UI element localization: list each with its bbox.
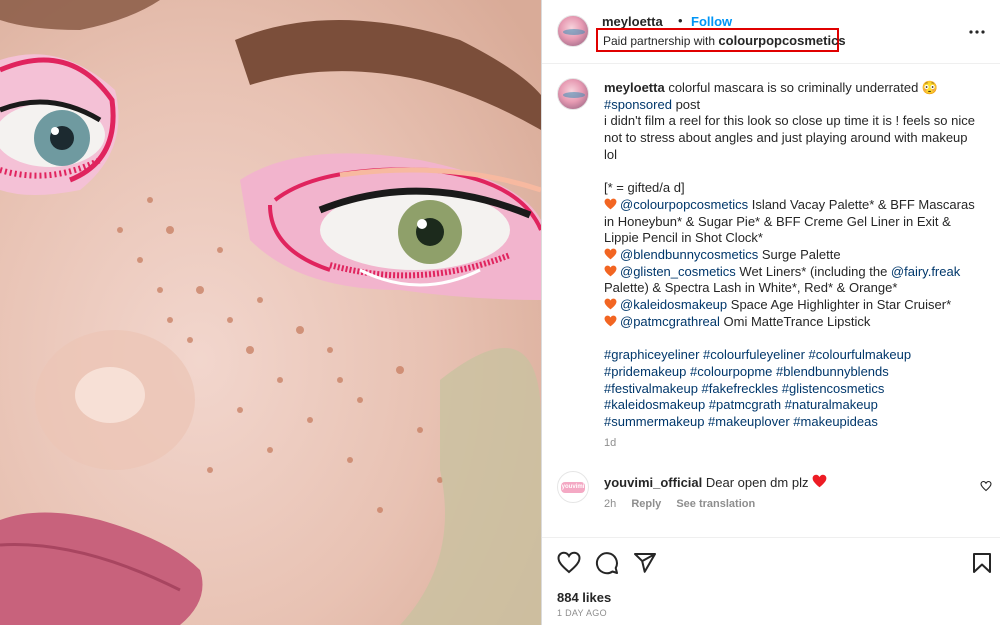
product-text: Wet Liners* (including the (735, 263, 891, 279)
post-modal: meyloetta • Follow Paid partnership with… (0, 0, 1000, 625)
comment-bubble-icon[interactable] (595, 551, 619, 575)
product-line: @blendbunnycosmetics Surge Palette (604, 247, 984, 264)
product-list: @colourpopcosmetics Island Vacay Palette… (604, 197, 984, 331)
hashtag-list: #graphiceyeliner #colourfuleyeliner #col… (604, 347, 984, 431)
save-bookmark-icon[interactable] (970, 551, 994, 575)
hashtag-line[interactable]: #festivalmakeup #fakefreckles #glistenco… (604, 381, 984, 398)
separator-dot: • (678, 13, 683, 28)
caption-body-line: i didn't film a reel for this look so cl… (604, 113, 975, 129)
post-header: meyloetta • Follow Paid partnership with… (542, 0, 1000, 64)
orange-heart-icon (604, 315, 617, 327)
post-caption: meyloetta colorful mascara is so crimina… (604, 80, 984, 451)
caption-time[interactable]: 1d (604, 435, 984, 452)
sponsored-after-text: post (671, 96, 701, 112)
comment-time: 2h (604, 498, 617, 510)
product-line: Lippie Pencil in Shot Clock* (604, 230, 984, 247)
orange-heart-icon (604, 298, 617, 310)
makeup-closeup-photo (0, 0, 541, 625)
hashtag-line[interactable]: #graphiceyeliner #colourfuleyeliner #col… (604, 347, 984, 364)
share-send-icon[interactable] (633, 551, 657, 575)
hashtag-line[interactable]: #summermakeup #makeuplover #makeupideas (604, 414, 984, 431)
orange-heart-icon (604, 248, 617, 260)
comment-meta: 2h Reply See translation (604, 498, 767, 510)
partnership-brand-link[interactable]: colourpopcosmetics (718, 33, 845, 48)
reply-button[interactable]: Reply (631, 498, 661, 510)
orange-heart-icon (604, 198, 617, 210)
mention-link[interactable]: @colourpopcosmetics (620, 197, 748, 212)
post-photo[interactable] (0, 0, 541, 625)
comment: youvimi_official Dear open dm plz (604, 474, 830, 490)
follow-button[interactable]: Follow (691, 14, 732, 29)
caption-body-line: not to stress about angles and just play… (604, 130, 968, 146)
sponsored-hashtag[interactable]: #sponsored (604, 97, 672, 112)
orange-heart-icon (604, 265, 617, 277)
mention-link[interactable]: @glisten_cosmetics (620, 264, 736, 279)
hashtag-line[interactable]: #kaleidosmakeup #patmcgrath #naturalmake… (604, 397, 984, 414)
mention-link[interactable]: @patmcgrathreal (620, 314, 720, 329)
product-text: Lippie Pencil in Shot Clock* (604, 230, 763, 246)
comment-like-heart-icon[interactable] (980, 480, 992, 492)
product-text: Island Vacay Palette* & BFF Mascaras (748, 196, 975, 212)
caption-username[interactable]: meyloetta (604, 80, 665, 95)
partnership-prefix: Paid partnership with (603, 34, 716, 48)
mention-link[interactable]: @kaleidosmakeup (620, 297, 727, 312)
product-text: in Honeybun* & Sugar Pie* & BFF Creme Ge… (604, 213, 951, 229)
likes-count[interactable]: 884 likes (557, 590, 611, 605)
commenter-username[interactable]: youvimi_official (604, 475, 702, 490)
author-username[interactable]: meyloetta (602, 14, 663, 29)
product-line: @colourpopcosmetics Island Vacay Palette… (604, 197, 984, 214)
product-text: Palette) & Spectra Lash in White*, Red* … (604, 280, 898, 296)
author-avatar[interactable] (557, 15, 589, 47)
product-line: Palette) & Spectra Lash in White*, Red* … (604, 280, 984, 297)
product-line: @kaleidosmakeup Space Age Highlighter in… (604, 297, 984, 314)
commenter-avatar[interactable]: youvimi (557, 471, 589, 503)
more-options-icon[interactable] (967, 22, 987, 42)
paid-partnership-label[interactable]: Paid partnership with colourpopcosmetics (596, 28, 846, 52)
product-line: @patmcgrathreal Omi MatteTrance Lipstick (604, 314, 984, 331)
commenter-avatar-text: youvimi (561, 482, 585, 493)
mention-link[interactable]: @fairy.freak (891, 264, 960, 279)
product-line: in Honeybun* & Sugar Pie* & BFF Creme Ge… (604, 214, 984, 231)
product-text: Surge Palette (758, 247, 841, 263)
comment-text: Dear open dm plz (702, 475, 809, 490)
product-line: @glisten_cosmetics Wet Liners* (includin… (604, 264, 984, 281)
like-heart-icon[interactable] (557, 551, 581, 575)
post-details-panel: meyloetta • Follow Paid partnership with… (541, 0, 1000, 625)
caption-first-line: colorful mascara is so criminally underr… (664, 80, 939, 95)
post-date[interactable]: 1 DAY AGO (557, 608, 607, 618)
hashtag-line[interactable]: #pridemakeup #colourpopme #blendbunnyble… (604, 364, 984, 381)
caption-author-avatar[interactable] (557, 78, 589, 110)
see-translation-button[interactable]: See translation (676, 498, 755, 510)
product-text: Omi MatteTrance Lipstick (719, 313, 871, 329)
caption-body-line: lol (604, 146, 618, 162)
product-text: Space Age Highlighter in Star Cruiser* (727, 297, 952, 313)
post-actions: 884 likes 1 DAY AGO (542, 537, 1000, 625)
gifted-note: [* = gifted/a d] (604, 180, 685, 196)
red-heart-icon (812, 474, 827, 488)
mention-link[interactable]: @blendbunnycosmetics (620, 247, 758, 262)
